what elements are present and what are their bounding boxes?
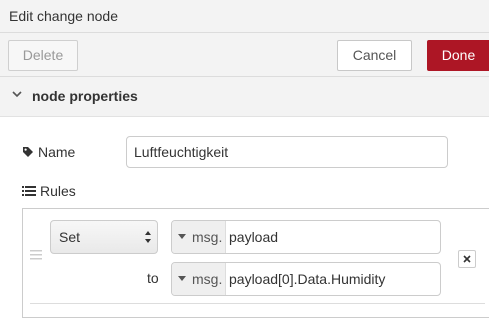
section-label: node properties <box>32 88 138 104</box>
rule-action-value: Set <box>59 229 81 245</box>
drag-handle-icon[interactable] <box>30 250 42 260</box>
rules-label-row: Rules <box>22 183 76 199</box>
rule-separator <box>30 303 485 304</box>
rule-source-type: msg. <box>192 271 223 287</box>
dialog-titlebar: Edit change node <box>0 0 489 33</box>
rule-source-value: payload[0].Data.Humidity <box>229 271 386 287</box>
rule-target-type: msg. <box>192 229 223 245</box>
name-label-row: Name <box>22 144 75 160</box>
name-label: Name <box>38 144 76 160</box>
tag-icon <box>23 147 33 157</box>
cancel-button[interactable]: Cancel <box>337 40 412 71</box>
rule-target-type-select[interactable]: msg. <box>172 221 226 253</box>
caret-down-icon <box>178 234 186 239</box>
rule-action-select[interactable]: Set <box>50 220 158 254</box>
close-icon <box>463 255 471 263</box>
rule-target-value: payload <box>229 229 279 245</box>
rule-target-input[interactable]: msg. payload <box>171 220 441 254</box>
list-icon <box>22 186 36 196</box>
rule-source-type-select[interactable]: msg. <box>172 263 226 295</box>
select-arrows-icon <box>145 231 151 243</box>
section-node-properties[interactable]: node properties <box>0 77 489 117</box>
delete-button[interactable]: Delete <box>8 40 78 71</box>
caret-down-icon <box>178 276 186 281</box>
name-input[interactable]: Luftfeuchtigkeit <box>126 136 448 168</box>
remove-rule-button[interactable] <box>458 250 476 268</box>
done-button[interactable]: Done <box>427 40 489 71</box>
to-label: to <box>147 270 159 286</box>
chevron-down-icon <box>12 91 22 98</box>
rules-label: Rules <box>40 183 76 199</box>
dialog-title: Edit change node <box>9 8 118 24</box>
dialog-toolbar: Delete Cancel Done <box>0 33 489 77</box>
rule-source-input[interactable]: msg. payload[0].Data.Humidity <box>171 262 441 296</box>
